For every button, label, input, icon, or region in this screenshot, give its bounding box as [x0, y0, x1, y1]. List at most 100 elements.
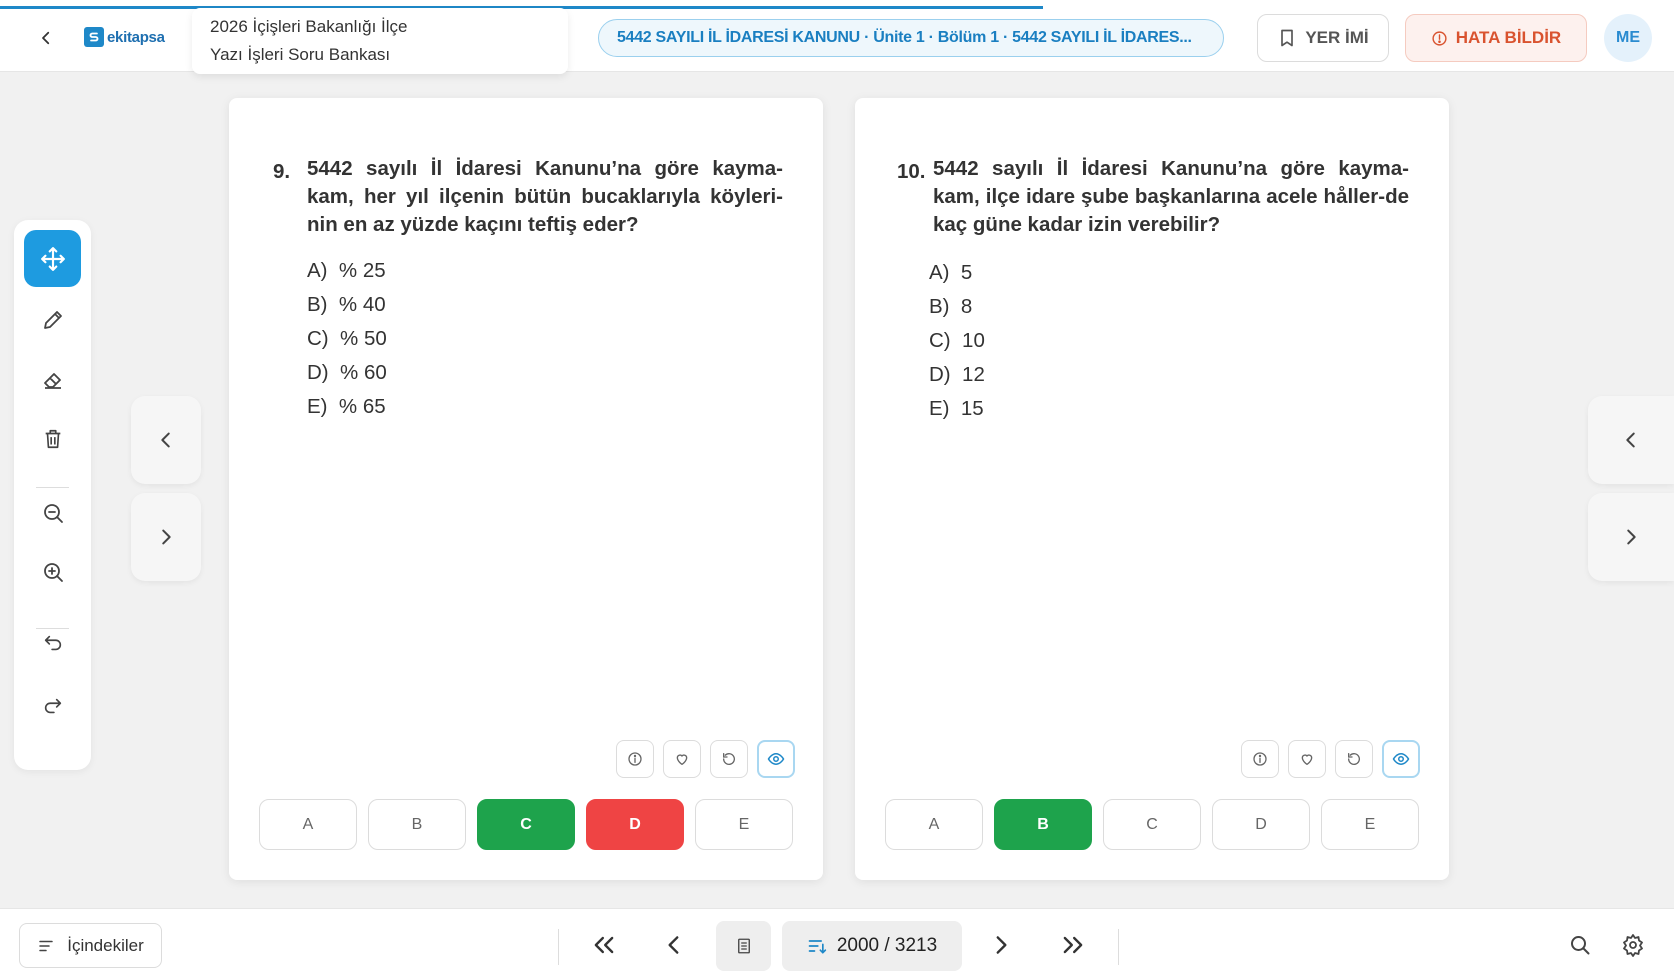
- heart-icon: [676, 754, 688, 765]
- previous-page-button[interactable]: [652, 925, 696, 965]
- pencil-tool-button[interactable]: [24, 291, 81, 348]
- document-icon: [737, 938, 750, 954]
- book-title-line1: 2026 İçişleri Bakanlığı İlçe: [210, 17, 408, 36]
- user-avatar[interactable]: ME: [1604, 14, 1652, 62]
- report-error-button[interactable]: HATA BİLDİR: [1405, 14, 1587, 62]
- book-title-line2: Yazı İşleri Soru Bankası: [210, 45, 391, 64]
- menu-lines-icon: [39, 940, 53, 951]
- table-of-contents-button[interactable]: İçindekiler: [19, 923, 162, 968]
- bookmark-label: YER İMİ: [1305, 28, 1369, 47]
- left-next-button[interactable]: [131, 493, 201, 581]
- redo-button[interactable]: [24, 677, 81, 734]
- info-button[interactable]: [616, 740, 654, 778]
- book-title: 2026 İçişleri Bakanlığı İlçe Yazı İşleri…: [192, 8, 568, 74]
- heart-icon: [1301, 754, 1313, 765]
- info-icon: [1253, 752, 1267, 766]
- favorite-button[interactable]: [1288, 740, 1326, 778]
- move-icon: [40, 246, 65, 271]
- breadcrumb[interactable]: 5442 SAYILI İL İDARESİ KANUNU · Ünite 1 …: [598, 19, 1224, 57]
- favorite-button[interactable]: [663, 740, 701, 778]
- question-card: 9. 5442 sayılı İl İdaresi Kanunu’na göre…: [229, 98, 823, 880]
- back-button[interactable]: [30, 22, 62, 54]
- chevron-right-icon: [162, 529, 171, 545]
- eye-icon: [1392, 752, 1410, 766]
- next-page-button[interactable]: [979, 925, 1023, 965]
- question-actions: [616, 740, 795, 778]
- bottom-divider: [1118, 929, 1119, 965]
- drawing-toolbar: [14, 220, 91, 770]
- question-actions: [1241, 740, 1420, 778]
- option-d: D) 12: [929, 363, 985, 386]
- answer-c-button[interactable]: C: [477, 799, 575, 850]
- option-e: E) % 65: [307, 395, 386, 418]
- move-tool-button[interactable]: [24, 230, 81, 287]
- option-c: C) % 50: [307, 327, 387, 350]
- chevron-left-icon: [42, 31, 50, 45]
- search-button[interactable]: [1564, 929, 1596, 961]
- zoom-out-icon: [43, 503, 63, 523]
- redo-icon: [44, 698, 61, 713]
- reset-button[interactable]: [1335, 740, 1373, 778]
- page-view-button[interactable]: [716, 921, 771, 971]
- ekitapsa-logo[interactable]: ekitapsa: [84, 27, 165, 47]
- question-card: 10. 5442 sayılı İl İdaresi Kanunu’na gör…: [855, 98, 1449, 880]
- page-counter-text: 2000 / 3213: [836, 935, 938, 956]
- right-next-button[interactable]: [1588, 493, 1674, 581]
- settings-button[interactable]: [1617, 929, 1649, 961]
- option-d: D) % 60: [307, 361, 387, 384]
- zoom-out-button[interactable]: [24, 484, 81, 541]
- zoom-in-icon: [43, 562, 63, 582]
- answer-b-button[interactable]: B: [368, 799, 466, 850]
- eraser-icon: [43, 372, 61, 389]
- reset-button[interactable]: [710, 740, 748, 778]
- delete-tool-button[interactable]: [24, 410, 81, 467]
- logo-text: ekitapsa: [107, 28, 165, 46]
- answer-a-button[interactable]: A: [885, 799, 983, 850]
- logo-mark-icon: [84, 27, 104, 47]
- answer-d-button[interactable]: D: [586, 799, 684, 850]
- answer-buttons: A B C D E: [259, 799, 793, 850]
- info-button[interactable]: [1241, 740, 1279, 778]
- alert-circle-icon: [1432, 30, 1447, 46]
- answer-c-button[interactable]: C: [1103, 799, 1201, 850]
- bottom-divider: [558, 929, 559, 965]
- option-a: A) % 25: [307, 259, 386, 282]
- question-number: 9.: [273, 160, 291, 183]
- search-icon: [1571, 936, 1590, 955]
- eye-icon: [767, 752, 785, 766]
- answer-d-button[interactable]: D: [1212, 799, 1310, 850]
- report-error-label: HATA BİLDİR: [1455, 28, 1562, 47]
- answer-a-button[interactable]: A: [259, 799, 357, 850]
- reset-icon: [723, 753, 735, 765]
- option-list: A) % 25 B) % 40 C) % 50 D) % 60 E) % 65: [307, 254, 387, 424]
- zoom-in-button[interactable]: [24, 543, 81, 600]
- left-prev-button[interactable]: [131, 396, 201, 484]
- first-page-button[interactable]: [582, 925, 626, 965]
- bookmark-button[interactable]: YER İMİ: [1257, 14, 1389, 62]
- question-text: 5442 sayılı İl İdaresi Kanunu’na göre ka…: [933, 157, 1409, 236]
- chevron-left-icon: [1626, 432, 1635, 448]
- show-answer-button[interactable]: [757, 740, 795, 778]
- option-c: C) 10: [929, 329, 985, 352]
- gear-icon: [1623, 934, 1643, 957]
- answer-buttons: A B C D E: [885, 799, 1419, 850]
- pencil-icon: [43, 310, 62, 329]
- question-text: 5442 sayılı İl İdaresi Kanunu’na göre ka…: [307, 157, 783, 236]
- answer-e-button[interactable]: E: [695, 799, 793, 850]
- page-counter[interactable]: 2000 / 3213: [782, 921, 962, 971]
- chevron-left-icon: [161, 432, 170, 448]
- option-a: A) 5: [929, 261, 973, 284]
- chevron-left-icon: [668, 936, 679, 954]
- undo-button[interactable]: [24, 614, 81, 671]
- answer-b-button[interactable]: B: [994, 799, 1092, 850]
- chevrons-left-icon: [594, 936, 614, 954]
- show-answer-button[interactable]: [1382, 740, 1420, 778]
- chevron-right-icon: [996, 936, 1007, 954]
- right-prev-button[interactable]: [1588, 396, 1674, 484]
- question-number: 10.: [897, 160, 926, 183]
- answer-e-button[interactable]: E: [1321, 799, 1419, 850]
- trash-icon: [45, 429, 60, 448]
- last-page-button[interactable]: [1051, 925, 1095, 965]
- eraser-tool-button[interactable]: [24, 351, 81, 408]
- question-header: 9. 5442 sayılı İl İdaresi Kanunu’na göre…: [273, 157, 783, 239]
